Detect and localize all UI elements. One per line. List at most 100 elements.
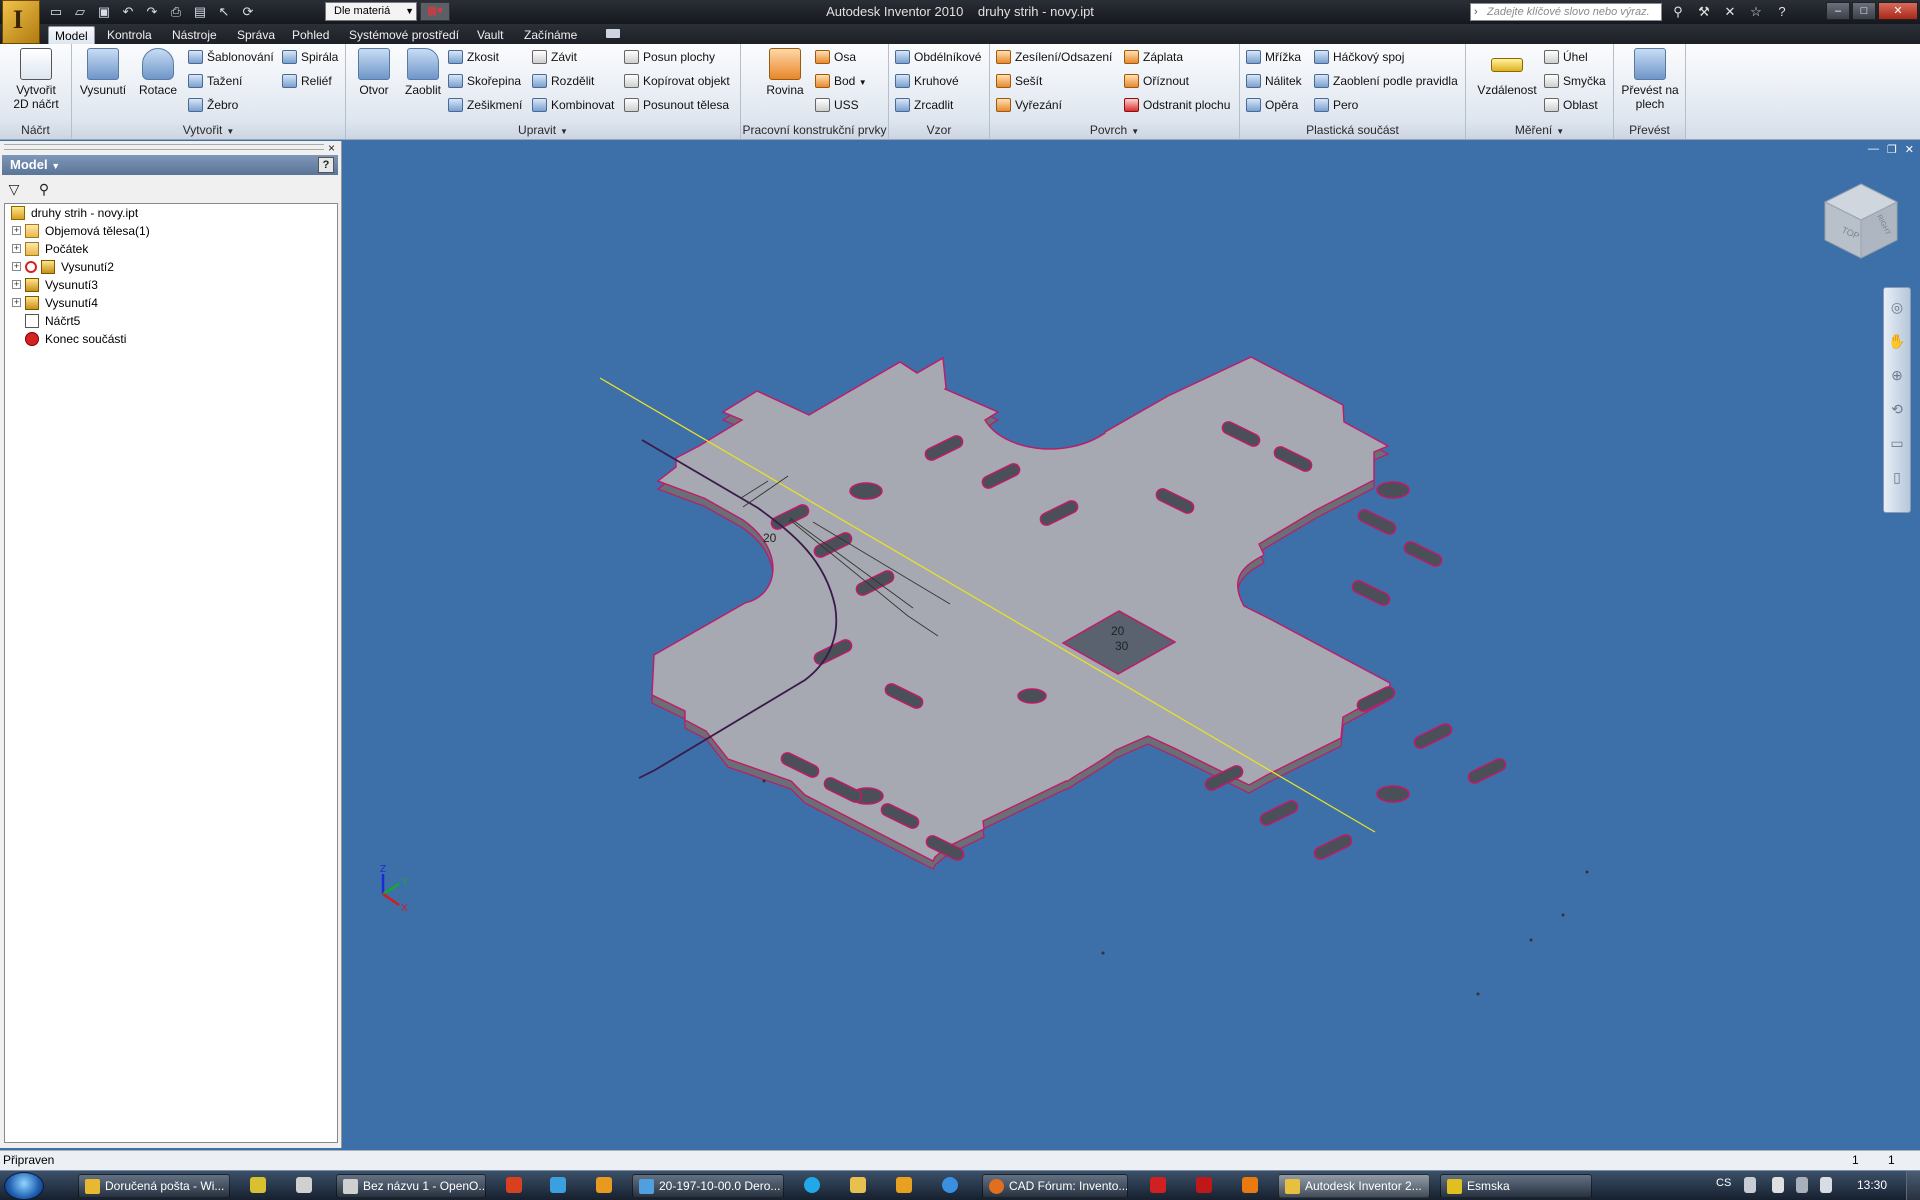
ucs-button[interactable]: USS bbox=[815, 96, 859, 114]
rest-button[interactable]: Opěra bbox=[1246, 96, 1298, 114]
work-plane-button[interactable]: Rovina bbox=[763, 48, 807, 97]
shell-button[interactable]: Skořepina bbox=[448, 72, 521, 90]
dimension-label[interactable]: 30 bbox=[1115, 639, 1129, 653]
expand-icon[interactable]: + bbox=[12, 298, 21, 307]
tab-zaciname[interactable]: Začínáme bbox=[518, 26, 583, 44]
quick-launch-icon[interactable] bbox=[550, 1177, 566, 1193]
rule-fillet-button[interactable]: Zaoblení podle pravidla bbox=[1314, 72, 1458, 90]
quick-launch-icon[interactable] bbox=[250, 1177, 266, 1193]
mirror-button[interactable]: Zrcadlit bbox=[895, 96, 953, 114]
search-input[interactable]: › Zadejte klíčové slovo nebo výraz. bbox=[1470, 3, 1662, 21]
thicken-offset-button[interactable]: Zesílení/Odsazení bbox=[996, 48, 1112, 66]
look-at-icon[interactable]: ▭ bbox=[1886, 432, 1908, 454]
quick-launch-icon[interactable] bbox=[296, 1177, 312, 1193]
star-icon[interactable]: ☆ bbox=[1746, 3, 1766, 21]
view-icon[interactable]: ▯ bbox=[1886, 466, 1908, 488]
snap-fit-button[interactable]: Háčkový spoj bbox=[1314, 48, 1404, 66]
taskbar-item-firefox[interactable]: CAD Fórum: Invento... bbox=[982, 1174, 1128, 1198]
app-icon[interactable] bbox=[1196, 1177, 1212, 1193]
move-face-button[interactable]: Posun plochy bbox=[624, 48, 715, 66]
rib-button[interactable]: Žebro bbox=[188, 96, 238, 114]
delete-face-button[interactable]: Odstranit plochu bbox=[1124, 96, 1230, 114]
steering-wheel-icon[interactable]: ◎ bbox=[1886, 296, 1908, 318]
binoculars-icon[interactable]: ⚲ bbox=[1668, 3, 1688, 21]
panel-label[interactable]: Povrch ▼ bbox=[990, 122, 1239, 139]
browser-header[interactable]: Model ▼ ? bbox=[2, 155, 338, 175]
vlc-icon[interactable] bbox=[1242, 1177, 1258, 1193]
ie-icon[interactable] bbox=[942, 1177, 958, 1193]
draft-button[interactable]: Zešikmení bbox=[448, 96, 522, 114]
split-button[interactable]: Rozdělit bbox=[532, 72, 594, 90]
chamfer-button[interactable]: Zkosit bbox=[448, 48, 499, 66]
work-axis-button[interactable]: Osa bbox=[815, 48, 856, 66]
lip-button[interactable]: Pero bbox=[1314, 96, 1358, 114]
taskbar-item-mail[interactable]: Doručená pošta - Wi... bbox=[78, 1174, 230, 1198]
panel-label[interactable]: Vytvořit ▼ bbox=[72, 122, 345, 139]
start-button[interactable] bbox=[4, 1172, 44, 1200]
pdf-icon[interactable] bbox=[1150, 1177, 1166, 1193]
panel-label[interactable]: Upravit ▼ bbox=[346, 122, 740, 139]
quick-launch-icon[interactable] bbox=[596, 1177, 612, 1193]
help-icon[interactable]: ? bbox=[318, 157, 334, 173]
work-point-button[interactable]: Bod ▼ bbox=[815, 72, 867, 90]
sculpt-button[interactable]: Vyřezání bbox=[996, 96, 1062, 114]
move-bodies-button[interactable]: Posunout tělesa bbox=[624, 96, 729, 114]
close-icon[interactable]: × bbox=[328, 141, 335, 155]
panel-label[interactable]: Měření ▼ bbox=[1466, 122, 1613, 139]
app-menu-button[interactable]: I bbox=[2, 0, 40, 44]
expand-icon[interactable]: + bbox=[12, 226, 21, 235]
expand-icon[interactable]: + bbox=[12, 262, 21, 271]
thread-button[interactable]: Závit bbox=[532, 48, 577, 66]
hole-button[interactable]: Otvor bbox=[352, 48, 396, 97]
tab-systemove-prostredi[interactable]: Systémové prostředí bbox=[343, 26, 465, 44]
tab-model[interactable]: Model bbox=[48, 26, 95, 44]
boss-button[interactable]: Nálitek bbox=[1246, 72, 1302, 90]
taskbar-item-openoffice[interactable]: Bez názvu 1 - OpenO... bbox=[336, 1174, 486, 1198]
create-2d-sketch-button[interactable]: Vytvořit 2D náčrt bbox=[8, 48, 64, 111]
media-icon[interactable] bbox=[896, 1177, 912, 1193]
trim-button[interactable]: Oříznout bbox=[1124, 72, 1189, 90]
circular-pattern-button[interactable]: Kruhové bbox=[895, 72, 959, 90]
volume-icon[interactable] bbox=[1820, 1177, 1832, 1193]
binoculars-icon[interactable]: ⚲ bbox=[34, 179, 54, 199]
expand-icon[interactable]: + bbox=[12, 244, 21, 253]
expand-icon[interactable]: + bbox=[12, 280, 21, 289]
zoom-icon[interactable]: ⊕ bbox=[1886, 364, 1908, 386]
extrude-button[interactable]: Vysunutí bbox=[78, 48, 128, 97]
taskbar-item-esmska[interactable]: Esmska bbox=[1440, 1174, 1592, 1198]
orbit-icon[interactable]: ⟲ bbox=[1886, 398, 1908, 420]
convert-to-sheet-metal-button[interactable]: Převést na plech bbox=[1616, 48, 1684, 111]
close-button[interactable]: ✕ bbox=[1878, 2, 1918, 20]
minimize-button[interactable]: – bbox=[1826, 2, 1850, 20]
stitch-button[interactable]: Sešít bbox=[996, 72, 1042, 90]
dimension-label[interactable]: 20 bbox=[1111, 624, 1125, 638]
tray-arrow-icon[interactable] bbox=[1744, 1177, 1756, 1193]
skype-icon[interactable] bbox=[804, 1177, 820, 1193]
tab-nastroje[interactable]: Nástroje bbox=[166, 26, 223, 44]
flag-icon[interactable] bbox=[1772, 1177, 1784, 1193]
help-icon[interactable]: ? bbox=[1772, 3, 1792, 21]
combine-button[interactable]: Kombinovat bbox=[532, 96, 614, 114]
taskbar-item-explorer[interactable]: 20-197-10-00.0 Dero... bbox=[632, 1174, 784, 1198]
measure-loop-button[interactable]: Smyčka bbox=[1544, 72, 1606, 90]
tab-vault[interactable]: Vault bbox=[471, 26, 509, 44]
clock[interactable]: 13:30 bbox=[1857, 1178, 1887, 1192]
loft-button[interactable]: Šablonování bbox=[188, 48, 274, 66]
tools-icon[interactable]: ⚒ bbox=[1694, 3, 1714, 21]
taskbar-item-inventor[interactable]: Autodesk Inventor 2... bbox=[1278, 1174, 1430, 1198]
fillet-button[interactable]: Zaoblit bbox=[398, 48, 448, 97]
x-icon[interactable]: ✕ bbox=[1720, 3, 1740, 21]
ribbon-toggle-icon[interactable] bbox=[606, 29, 620, 38]
quick-launch-icon[interactable] bbox=[506, 1177, 522, 1193]
sweep-button[interactable]: Tažení bbox=[188, 72, 242, 90]
patch-button[interactable]: Záplata bbox=[1124, 48, 1183, 66]
copy-object-button[interactable]: Kopírovat objekt bbox=[624, 72, 730, 90]
language-indicator[interactable]: CS bbox=[1716, 1177, 1731, 1189]
show-desktop-button[interactable] bbox=[1906, 1171, 1920, 1200]
filter-icon[interactable]: ▽ bbox=[4, 179, 24, 199]
dimension-label[interactable]: 20 bbox=[763, 531, 777, 545]
panel-grip[interactable] bbox=[4, 144, 324, 150]
viewcube[interactable]: TOP RIGHT bbox=[1821, 180, 1901, 260]
rectangular-pattern-button[interactable]: Obdélníkové bbox=[895, 48, 981, 66]
graphics-window[interactable]: — ❐ ✕ 20 20 30 Z Y X TOP RIGHT ◎ ✋ ⊕ ⟲ ▭… bbox=[343, 141, 1920, 1148]
